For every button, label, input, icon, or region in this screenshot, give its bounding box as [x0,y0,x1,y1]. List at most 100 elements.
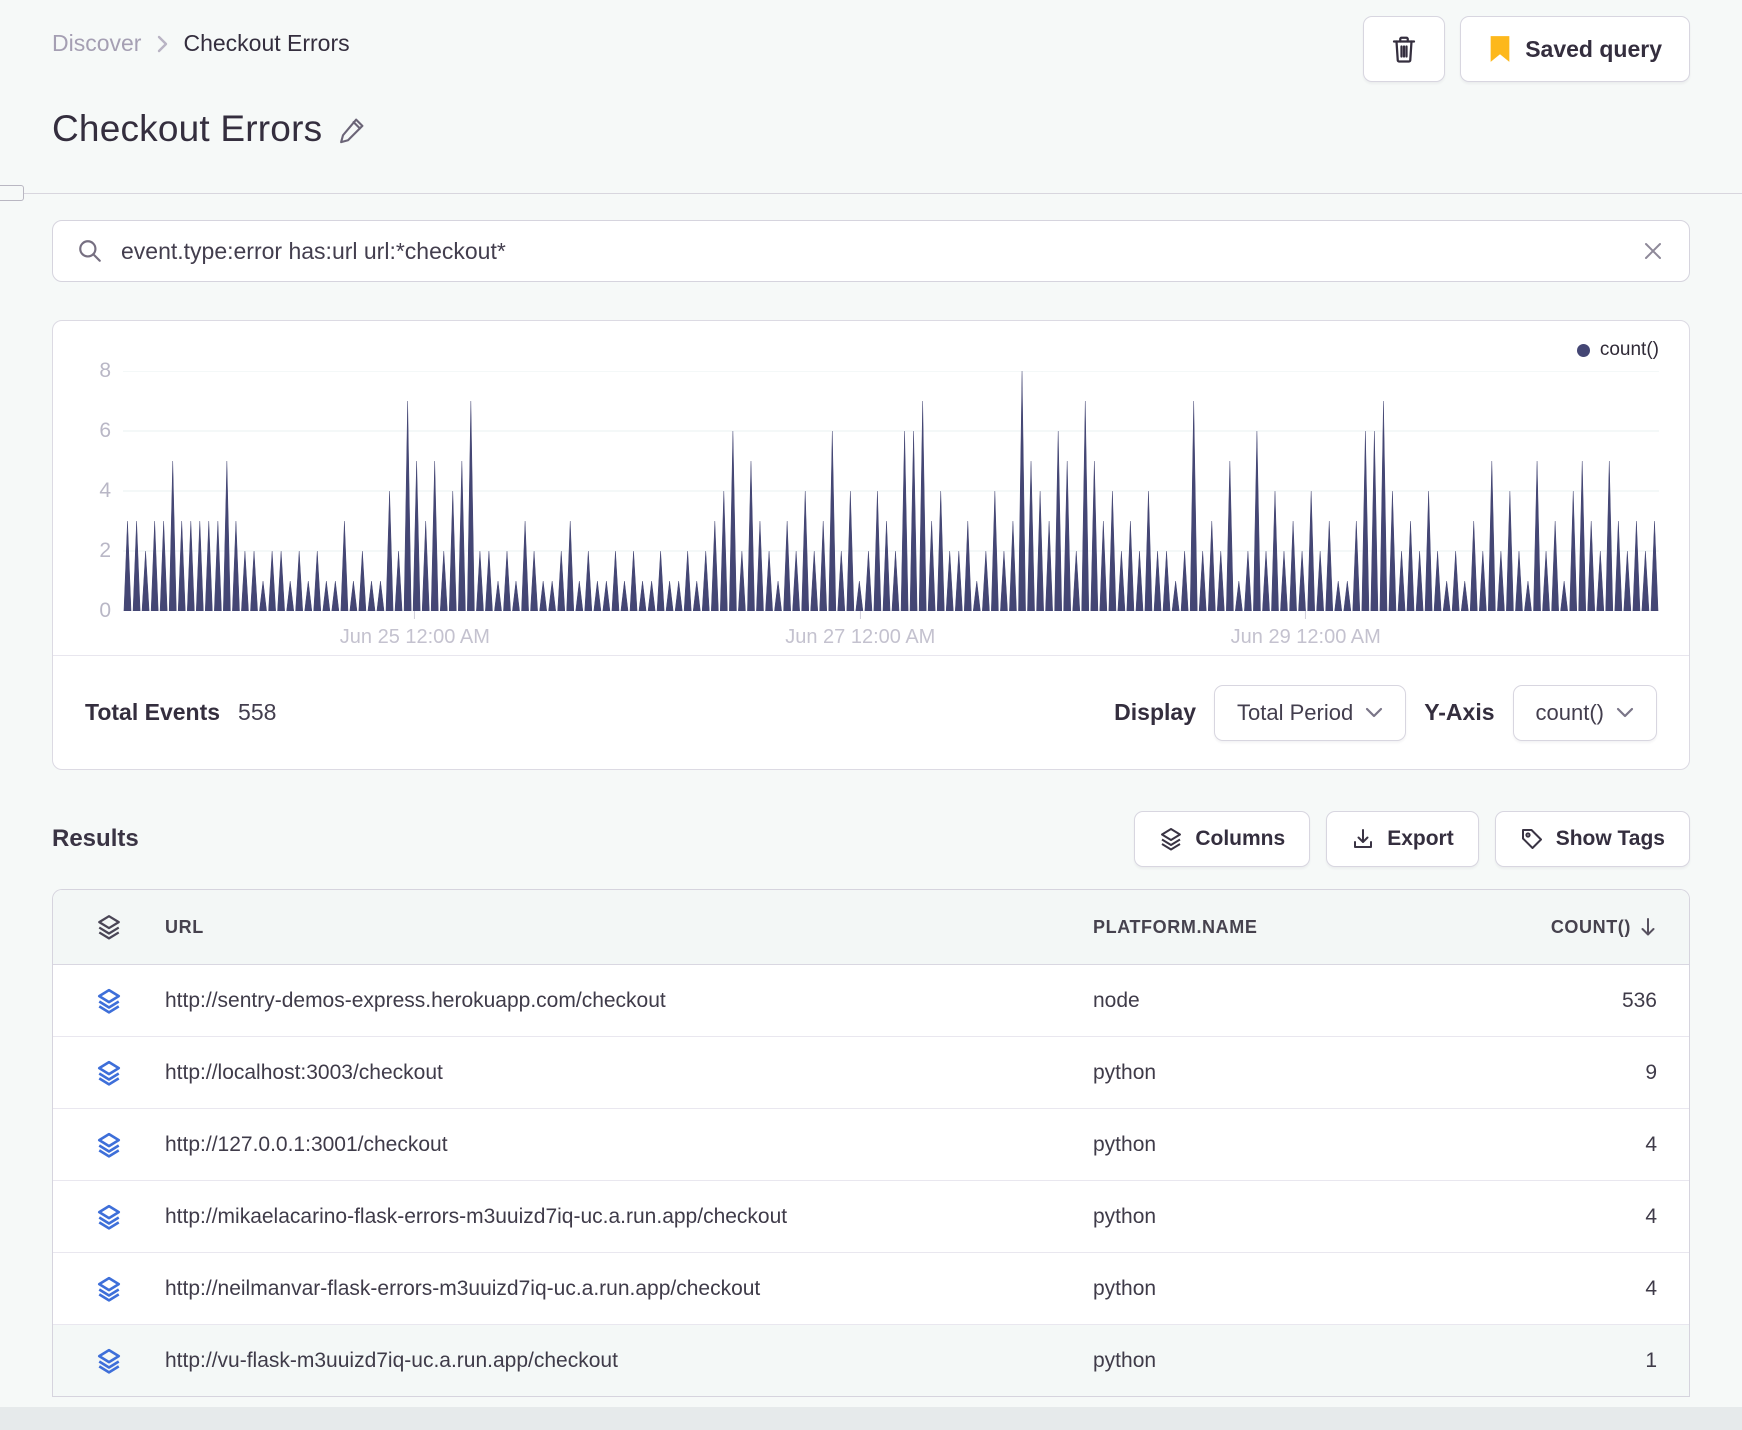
y-tick-8: 8 [99,359,111,382]
cell-url[interactable]: http://mikaelacarino-flask-errors-m3uuiz… [165,1205,1065,1229]
table-row[interactable]: http://sentry-demos-express.herokuapp.co… [53,965,1689,1037]
bookmark-icon [1488,35,1512,63]
chart-controls: Display Total Period Y-Axis count() [1114,684,1657,741]
yaxis-dropdown[interactable]: count() [1512,684,1657,741]
chevron-down-icon [1365,707,1383,719]
discover-page: Discover Checkout Errors Saved query Che… [0,0,1742,1430]
table-row[interactable]: http://localhost:3003/checkout python 9 [53,1037,1689,1109]
table-header-row: URL PLATFORM.NAME COUNT() [53,890,1689,965]
delete-query-button[interactable] [1363,16,1446,82]
stack-icon[interactable] [81,1204,137,1230]
show-tags-label: Show Tags [1555,827,1665,850]
edit-title-pencil-icon[interactable] [338,114,368,144]
cell-count: 4 [1645,1204,1657,1228]
stack-icon[interactable] [81,1348,137,1374]
chart-footer: Total Events 558 Display Total Period Y-… [53,655,1689,769]
cell-url[interactable]: http://sentry-demos-express.herokuapp.co… [165,989,1065,1013]
display-dropdown-value: Total Period [1237,699,1354,725]
table-row[interactable]: http://neilmanvar-flask-errors-m3uuizd7i… [53,1253,1689,1325]
count-header-label: COUNT() [1550,916,1631,937]
columns-button[interactable]: Columns [1134,811,1311,867]
x-tick-0: Jun 25 12:00 AM [340,611,490,649]
cell-url[interactable]: http://neilmanvar-flask-errors-m3uuizd7i… [165,1277,1065,1301]
chart-legend[interactable]: count() [53,321,1689,360]
top-bar: Discover Checkout Errors Saved query [52,0,1690,82]
search-input[interactable] [121,237,1623,265]
panel-resize-handle[interactable] [0,185,24,201]
events-chart-panel: count() 8 6 4 2 0 Jun 25 12:00 AM Jun 27… [52,320,1690,770]
x-tick-2: Jun 29 12:00 AM [1231,611,1381,649]
table-row[interactable]: http://127.0.0.1:3001/checkout python 4 [53,1109,1689,1181]
stack-icon[interactable] [81,988,137,1014]
results-table: URL PLATFORM.NAME COUNT() http://sentry-… [52,889,1690,1397]
chart-body: 8 6 4 2 0 [77,359,1659,622]
chart-y-axis: 8 6 4 2 0 [77,359,123,622]
table-row[interactable]: http://mikaelacarino-flask-errors-m3uuiz… [53,1181,1689,1253]
column-header-platform[interactable]: PLATFORM.NAME [1093,917,1479,938]
download-icon [1351,827,1375,851]
cell-platform: python [1093,1132,1157,1156]
total-events-label: Total Events [85,699,221,725]
export-button[interactable]: Export [1326,811,1479,867]
display-label: Display [1114,699,1196,725]
cell-count: 9 [1645,1060,1657,1084]
breadcrumb-chevron-icon [155,33,169,55]
display-dropdown[interactable]: Total Period [1214,684,1407,741]
cell-url[interactable]: http://vu-flask-m3uuizd7iq-uc.a.run.app/… [165,1349,1065,1373]
page-title: Checkout Errors [52,108,323,149]
chevron-down-icon [1616,707,1634,719]
columns-label: Columns [1195,827,1286,850]
cell-platform: python [1093,1060,1157,1084]
total-events-value: 558 [238,699,277,725]
yaxis-label: Y-Axis [1424,699,1495,725]
cell-url[interactable]: http://127.0.0.1:3001/checkout [165,1133,1065,1157]
results-actions: Columns Export Show Tags [1134,811,1690,867]
cell-platform: python [1093,1348,1157,1372]
chart-plot-area[interactable] [123,371,1659,611]
stack-icon[interactable] [81,1132,137,1158]
tag-icon [1520,827,1544,851]
trash-icon [1389,33,1419,65]
cell-count: 1 [1645,1348,1657,1372]
results-header: Results Columns Export Show Tags [52,810,1690,868]
saved-query-button[interactable]: Saved query [1460,16,1690,82]
cell-platform: node [1093,988,1140,1012]
breadcrumb-current: Checkout Errors [183,30,350,56]
window-bottom-edge [0,1407,1742,1430]
search-bar [52,220,1690,282]
x-tick-1: Jun 27 12:00 AM [785,611,935,649]
export-label: Export [1387,827,1454,850]
stack-icon[interactable] [81,1060,137,1086]
layers-icon [1159,827,1183,851]
cell-url[interactable]: http://localhost:3003/checkout [165,1061,1065,1085]
stack-icon[interactable] [81,914,137,940]
cell-count: 4 [1645,1132,1657,1156]
column-header-url[interactable]: URL [165,917,1065,938]
breadcrumb: Discover Checkout Errors [52,16,350,57]
column-header-count[interactable]: COUNT() [1507,916,1657,938]
header-divider [0,185,1742,201]
total-events: Total Events 558 [85,699,276,726]
topbar-actions: Saved query [1363,16,1690,82]
yaxis-dropdown-value: count() [1535,699,1604,725]
show-tags-button[interactable]: Show Tags [1494,811,1690,867]
title-row: Checkout Errors [52,108,1690,150]
cell-platform: python [1093,1204,1157,1228]
breadcrumb-discover[interactable]: Discover [52,30,141,57]
clear-search-icon[interactable] [1641,239,1665,263]
y-tick-2: 2 [99,539,111,562]
stack-icon[interactable] [81,1276,137,1302]
results-title: Results [52,825,139,852]
legend-series-dot [1576,343,1590,357]
y-tick-4: 4 [99,479,111,502]
table-row[interactable]: http://vu-flask-m3uuizd7iq-uc.a.run.app/… [53,1325,1689,1397]
cell-platform: python [1093,1276,1157,1300]
cell-count: 536 [1621,988,1657,1012]
chart-x-axis: Jun 25 12:00 AM Jun 27 12:00 AM Jun 29 1… [123,611,1659,655]
sort-descending-icon [1639,916,1657,938]
cell-count: 4 [1645,1276,1657,1300]
spike-chart-svg [123,371,1659,611]
search-icon [77,238,103,264]
y-tick-6: 6 [99,419,111,442]
legend-series-label: count() [1599,339,1659,360]
